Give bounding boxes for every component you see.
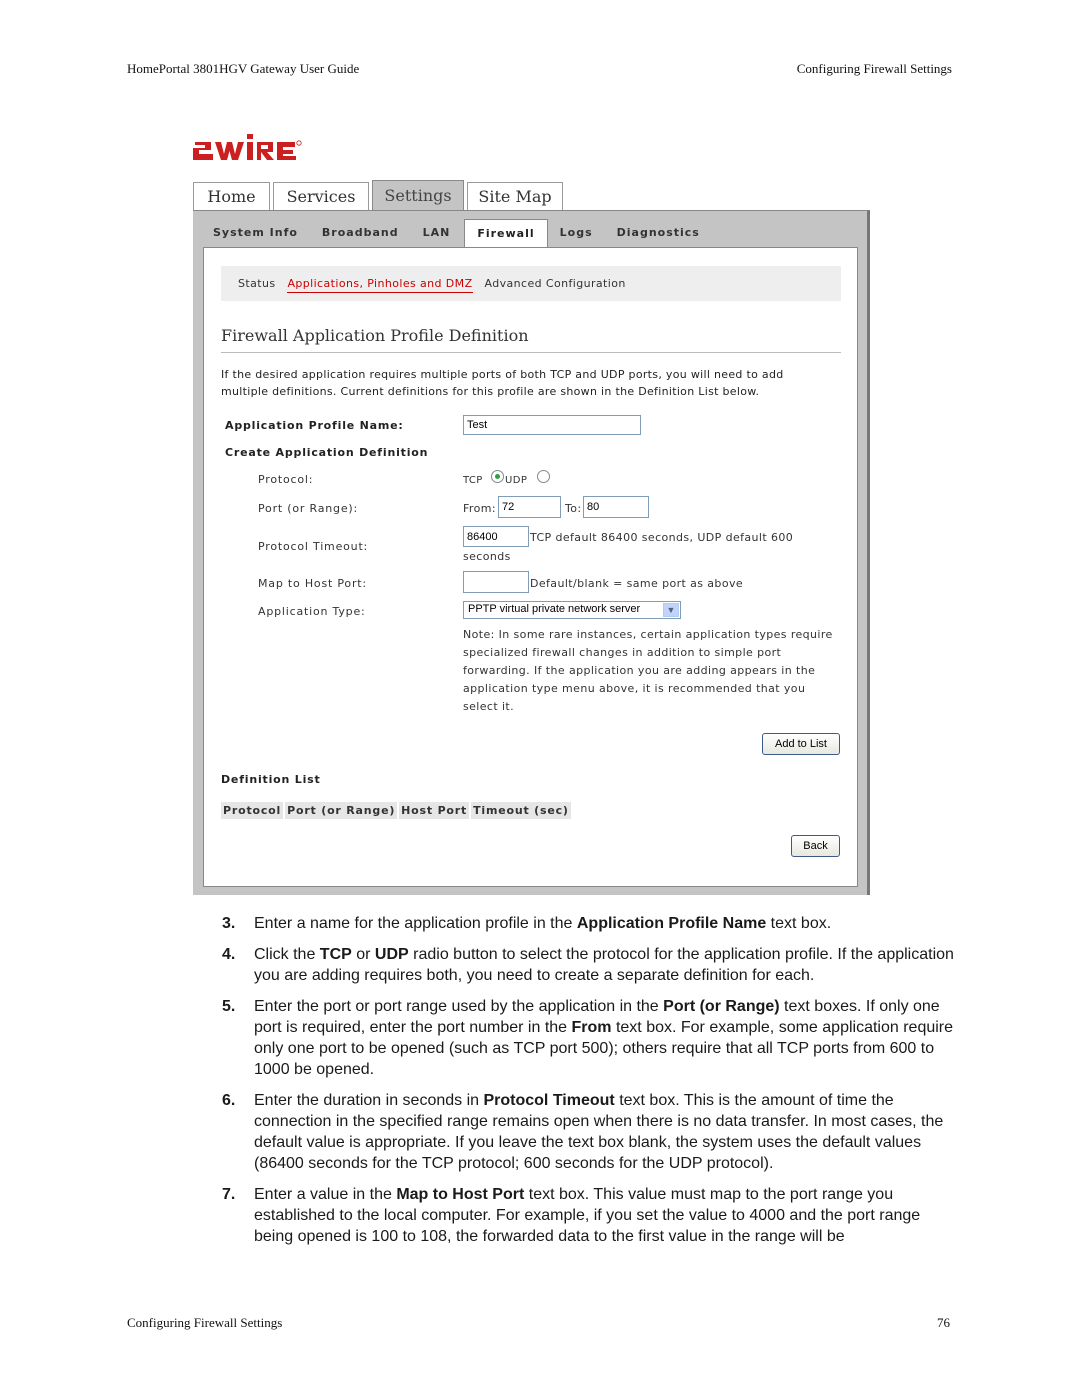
port-to-input[interactable] <box>583 496 649 518</box>
step-emphasis: Application Profile Name <box>576 915 767 932</box>
2wire-logo <box>193 134 302 160</box>
step-text-run: Enter a name for the application profile… <box>254 915 577 932</box>
nav-link-advanced-configuration[interactable]: Advanced Configuration <box>485 277 626 290</box>
step-number: 3. <box>222 915 236 932</box>
settings-sub-tabs: System Info Broadband LAN Firewall Logs … <box>203 219 712 247</box>
instruction-step: 6. Enter the duration in seconds in Proto… <box>222 1090 962 1174</box>
add-to-list-button[interactable]: Add to List <box>762 733 840 755</box>
subtab-lan[interactable]: LAN <box>411 219 463 247</box>
tab-home[interactable]: Home <box>193 182 270 210</box>
tab-site-map[interactable]: Site Map <box>467 182 563 210</box>
chevron-down-icon[interactable]: ▼ <box>663 603 679 617</box>
tcp-label: TCP <box>463 475 483 486</box>
page-number: 76 <box>937 1315 950 1330</box>
step-emphasis: From <box>571 1019 612 1036</box>
document-header-section: Configuring Firewall Settings <box>796 61 952 76</box>
port-range-label: Port (or Range): <box>258 502 359 515</box>
instruction-step: 4. Click the TCP or UDP radio button to s… <box>222 944 962 986</box>
form-intro: If the desired application requires mult… <box>221 368 784 398</box>
step-text-run: Enter the port or port range used by the… <box>254 998 664 1015</box>
map-host-port-label: Map to Host Port: <box>258 577 367 590</box>
instruction-step: 7. Enter a value in the Map to Host Port … <box>222 1184 962 1247</box>
profile-name-label: Application Profile Name: <box>225 419 404 432</box>
step-text-run: Enter the duration in seconds in <box>254 1092 484 1109</box>
step-text: Enter the duration in seconds in Protoco… <box>254 1090 962 1174</box>
application-type-note: Note: In some rare instances, certain ap… <box>463 628 833 713</box>
column-host-port: Host Port <box>399 802 470 819</box>
step-text-run: or <box>351 946 375 963</box>
step-text: Enter a value in the Map to Host Port te… <box>254 1184 962 1247</box>
create-definition-heading: Create Application Definition <box>225 446 429 459</box>
step-emphasis: Map to Host Port <box>396 1186 525 1203</box>
map-host-port-input[interactable] <box>463 571 529 593</box>
step-emphasis: Protocol Timeout <box>483 1092 615 1109</box>
step-number: 5. <box>222 998 236 1015</box>
form-title: Firewall Application Profile Definition <box>221 326 841 353</box>
step-number: 7. <box>222 1186 236 1203</box>
document-header-title: HomePortal 3801HGV Gateway User Guide <box>127 61 360 76</box>
protocol-timeout-input[interactable] <box>463 526 529 547</box>
step-text-run: Click the <box>254 946 320 963</box>
step-text: Enter a name for the application profile… <box>254 913 831 934</box>
step-text-run: Enter a value in the <box>254 1186 397 1203</box>
settings-panel: System Info Broadband LAN Firewall Logs … <box>193 210 870 895</box>
definition-list-table-header: Protocol Port (or Range) Host Port Timeo… <box>221 802 573 819</box>
back-button[interactable]: Back <box>791 835 840 857</box>
column-protocol: Protocol <box>221 802 284 819</box>
tcp-radio[interactable] <box>491 470 504 483</box>
step-emphasis: Port (or Range) <box>663 998 780 1015</box>
subtab-logs[interactable]: Logs <box>548 219 605 247</box>
protocol-timeout-label: Protocol Timeout: <box>258 540 369 553</box>
main-nav-tabs: Home Services Settings Site Map <box>193 180 566 211</box>
column-timeout: Timeout (sec) <box>471 802 571 819</box>
host-port-hint: Default/blank = same port as above <box>530 577 744 590</box>
step-emphasis: TCP <box>319 946 352 963</box>
step-emphasis: UDP <box>374 946 409 963</box>
step-text-run: text box. <box>766 915 832 932</box>
tab-settings[interactable]: Settings <box>372 180 464 210</box>
subtab-firewall[interactable]: Firewall <box>464 219 548 247</box>
subtab-broadband[interactable]: Broadband <box>310 219 411 247</box>
step-number: 6. <box>222 1092 236 1109</box>
step-text: Enter the port or port range used by the… <box>254 996 962 1080</box>
step-text: Click the TCP or UDP radio button to sel… <box>254 944 962 986</box>
nav-link-status[interactable]: Status <box>238 277 275 290</box>
nav-link-applications-pinholes-dmz[interactable]: Applications, Pinholes and DMZ <box>287 277 473 293</box>
application-type-select[interactable]: PPTP virtual private network server ▼ <box>463 601 681 619</box>
timeout-hint: TCP default 86400 seconds, UDP default 6… <box>530 531 794 544</box>
firewall-content: Status Applications, Pinholes and DMZ Ad… <box>203 247 858 887</box>
udp-label: UDP <box>505 475 528 486</box>
tab-services[interactable]: Services <box>273 182 369 210</box>
subtab-diagnostics[interactable]: Diagnostics <box>605 219 712 247</box>
timeout-hint-continued: seconds <box>463 550 511 563</box>
instruction-step: 3. Enter a name for the application profi… <box>222 913 962 934</box>
document-footer-section: Configuring Firewall Settings <box>127 1315 283 1330</box>
definition-list-heading: Definition List <box>221 773 321 786</box>
subtab-system-info[interactable]: System Info <box>203 219 310 247</box>
column-port-range: Port (or Range) <box>285 802 398 819</box>
application-type-value: PPTP virtual private network server <box>468 603 641 615</box>
port-from-input[interactable] <box>498 496 561 518</box>
protocol-label: Protocol: <box>258 473 314 486</box>
firewall-section-nav: Status Applications, Pinholes and DMZ Ad… <box>221 266 841 301</box>
port-to-label: To: <box>565 502 582 515</box>
profile-name-input[interactable] <box>463 415 641 435</box>
application-type-label: Application Type: <box>258 605 366 618</box>
instruction-step: 5. Enter the port or port range used by t… <box>222 996 962 1080</box>
udp-radio[interactable] <box>537 470 550 483</box>
step-number: 4. <box>222 946 236 963</box>
port-from-label: From: <box>463 502 496 515</box>
instruction-steps: 3. Enter a name for the application profi… <box>222 913 962 1257</box>
